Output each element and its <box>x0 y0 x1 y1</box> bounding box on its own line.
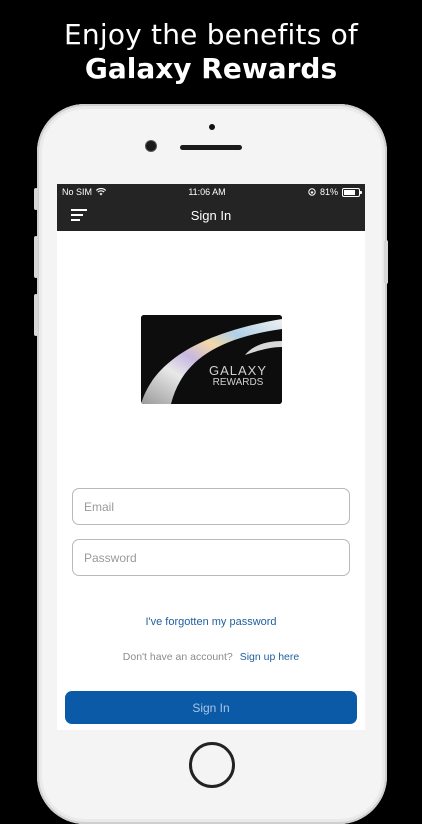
sign-in-button[interactable]: Sign In <box>65 691 357 724</box>
status-bar: No SIM 11:06 AM 81% <box>57 184 365 200</box>
power-button <box>384 240 388 284</box>
volume-down-button <box>34 294 38 336</box>
volume-up-button <box>34 236 38 278</box>
lock-rotation-icon <box>308 188 316 196</box>
clock: 11:06 AM <box>188 187 226 197</box>
app-screen: No SIM 11:06 AM 81% Sign In GALAXY REWAR… <box>57 184 365 730</box>
email-placeholder: Email <box>84 499 115 514</box>
signup-link[interactable]: Sign up here <box>240 651 300 663</box>
home-button <box>189 742 235 788</box>
card-brand-sub: REWARDS <box>212 377 264 388</box>
password-placeholder: Password <box>84 550 137 565</box>
password-field[interactable]: Password <box>72 539 350 576</box>
promo-line-2: Galaxy Rewards <box>84 52 338 85</box>
card-swoosh-graphic <box>141 315 282 404</box>
nav-title: Sign In <box>190 208 232 223</box>
mute-switch <box>34 188 38 210</box>
promo-headline: Enjoy the benefits of Galaxy Rewards <box>0 18 422 86</box>
email-field[interactable]: Email <box>72 488 350 525</box>
hamburger-menu-icon[interactable] <box>71 209 87 221</box>
wifi-icon <box>96 188 107 196</box>
front-camera <box>146 141 156 151</box>
no-account-text: Don't have an account? <box>122 651 233 663</box>
battery-percent: 81% <box>319 187 338 197</box>
earpiece-speaker <box>180 145 242 150</box>
promo-line-1: Enjoy the benefits of <box>64 18 358 51</box>
battery-icon <box>341 187 362 197</box>
nav-bar: Sign In <box>57 200 365 231</box>
forgot-password-link[interactable]: I've forgotten my password <box>57 616 365 628</box>
carrier-label: No SIM <box>62 187 93 197</box>
sensor-dot <box>209 124 215 130</box>
rewards-card-image: GALAXY REWARDS <box>141 315 282 404</box>
signup-row: Don't have an account? Sign up here <box>57 651 365 663</box>
card-brand-name: GALAXY <box>208 363 267 378</box>
battery-fill <box>343 189 356 195</box>
card-brand: GALAXY REWARDS <box>208 363 267 389</box>
